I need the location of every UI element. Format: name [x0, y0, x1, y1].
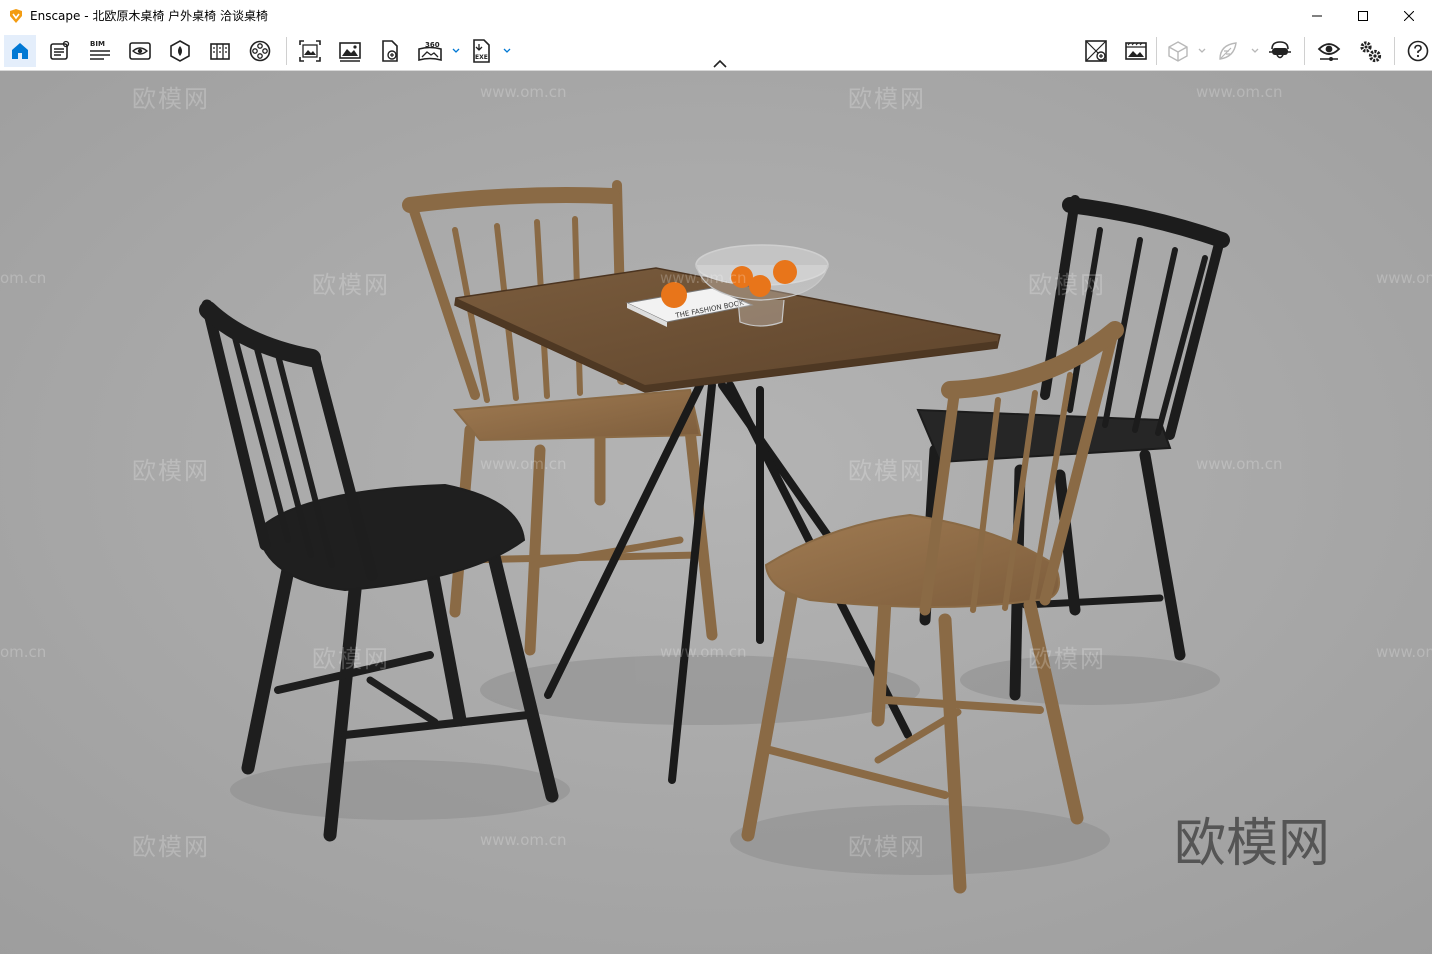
bim-label: BIM [90, 40, 105, 48]
settings-button[interactable] [1354, 35, 1386, 67]
atlas-icon [210, 43, 230, 60]
home-button[interactable] [4, 35, 36, 67]
view-mode-icon [129, 42, 151, 60]
asset-library-button[interactable] [44, 35, 76, 67]
chevron-down-icon [503, 48, 511, 53]
screenshot-settings-icon [1125, 42, 1147, 60]
close-button[interactable] [1386, 0, 1432, 31]
orthographic-button[interactable] [1162, 35, 1194, 67]
close-icon [1404, 10, 1414, 21]
exe-dropdown[interactable] [502, 46, 512, 56]
vr-headset-icon [1269, 41, 1291, 59]
toolbar-separator [1156, 37, 1157, 65]
maximize-button[interactable] [1340, 0, 1386, 31]
cursor-display-button[interactable] [1080, 35, 1112, 67]
maximize-icon [1358, 10, 1368, 21]
material-editor-icon [170, 40, 190, 62]
exe-export-button[interactable]: EXE [466, 35, 498, 67]
batch-render-icon [299, 40, 321, 62]
asset-library-icon [50, 40, 70, 60]
minimize-icon [1312, 15, 1322, 16]
video-editor-icon [249, 40, 271, 62]
help-icon [1407, 40, 1429, 62]
visual-settings-icon [1317, 43, 1341, 61]
collapse-toolbar-icon[interactable] [712, 58, 728, 70]
title-bar: Enscape - 北欧原木桌椅 户外桌椅 洽谈桌椅 [0, 0, 1432, 31]
view-mode-button[interactable] [124, 35, 156, 67]
chevron-down-icon [1251, 48, 1259, 53]
panorama-dropdown[interactable] [451, 46, 461, 56]
settings-icon [1360, 41, 1382, 63]
toolbar-separator [286, 37, 287, 65]
toolbar-separator [1394, 37, 1395, 65]
cursor-display-icon [1085, 40, 1107, 62]
feedback-dropdown[interactable] [1250, 46, 1260, 56]
atlas-button[interactable] [204, 35, 236, 67]
material-editor-button[interactable] [164, 35, 196, 67]
vr-headset-button[interactable] [1264, 35, 1296, 67]
panorama-icon: 360 [418, 41, 442, 62]
orthographic-dropdown[interactable] [1197, 46, 1207, 56]
screenshot-settings-button[interactable] [1120, 35, 1152, 67]
web-standalone-icon [382, 40, 398, 62]
panorama-button[interactable]: 360 [414, 35, 446, 67]
batch-render-button[interactable] [294, 35, 326, 67]
screenshot-button[interactable] [334, 35, 366, 67]
exe-label: EXE [475, 54, 488, 61]
minimize-button[interactable] [1294, 0, 1340, 31]
chevron-down-icon [452, 48, 460, 53]
web-standalone-button[interactable] [374, 35, 406, 67]
feedback-icon [1219, 42, 1237, 60]
help-button[interactable] [1402, 35, 1432, 67]
render-viewport[interactable]: THE FASHION BOOK 欧模网 www.om.cn 欧模网 www.o… [0, 71, 1432, 954]
video-editor-button[interactable] [244, 35, 276, 67]
enscape-logo-icon [10, 8, 22, 23]
feedback-button[interactable] [1212, 35, 1244, 67]
bim-info-button[interactable]: BIM [84, 35, 116, 67]
corner-brand: 欧模网 [1174, 814, 1331, 874]
orthographic-icon [1168, 41, 1188, 62]
toolbar-separator [1304, 37, 1305, 65]
screenshot-icon [339, 42, 361, 62]
visual-settings-button[interactable] [1313, 35, 1345, 67]
chevron-down-icon [1198, 48, 1206, 53]
bim-info-icon: BIM [90, 40, 110, 60]
exe-export-icon: EXE [473, 39, 490, 63]
window-title: Enscape - 北欧原木桌椅 户外桌椅 洽谈桌椅 [30, 9, 268, 23]
home-icon [12, 43, 28, 59]
